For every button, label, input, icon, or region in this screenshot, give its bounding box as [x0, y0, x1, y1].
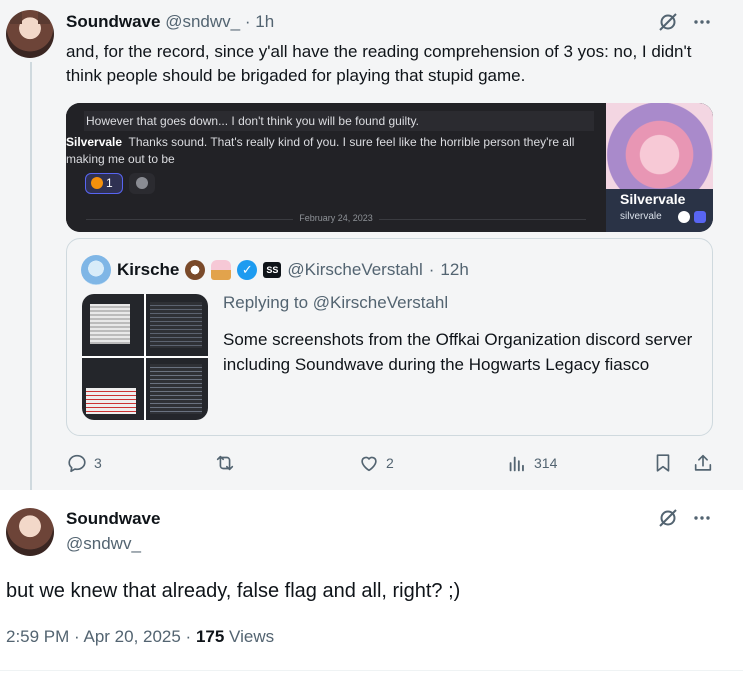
quote-text: Some screenshots from the Offkai Organiz…: [223, 330, 693, 374]
replying-to[interactable]: Replying to @KirscheVerstahl: [223, 293, 448, 313]
attached-image[interactable]: However that goes down... I don't think …: [66, 103, 713, 232]
quote-header: Kirsche ✓ SS @KirscheVerstahl · 12h: [117, 259, 469, 281]
author-handle[interactable]: @sndwv_: [165, 12, 240, 31]
like-icon: [361, 456, 377, 472]
grok-icon[interactable]: [658, 12, 678, 37]
more-icon[interactable]: [692, 12, 712, 37]
tweet-actions: 3 2 314: [66, 452, 726, 476]
tweet-top-actions: [658, 508, 712, 533]
share-button[interactable]: [692, 452, 714, 474]
author-name[interactable]: Soundwave: [66, 12, 160, 31]
badge-icon: [694, 211, 706, 223]
views-icon: [509, 456, 524, 472]
quote-time[interactable]: 12h: [440, 259, 468, 281]
discord-text: Thanks sound. That's really kind of you.…: [66, 135, 575, 166]
reaction-count: 1: [106, 176, 113, 190]
views-label: Views: [224, 627, 275, 646]
share-icon: [694, 454, 712, 471]
emoji-icon: [91, 177, 103, 189]
like-count: 2: [386, 455, 394, 471]
quoted-tweet[interactable]: Kirsche ✓ SS @KirscheVerstahl · 12h Repl…: [66, 238, 713, 436]
avatar[interactable]: [6, 10, 54, 58]
discord-author: Silvervale: [66, 135, 123, 149]
divider: [0, 670, 743, 671]
add-reaction: [129, 173, 155, 194]
bookmark-button[interactable]: [652, 452, 674, 474]
discord-message: Silvervale Thanks sound. That's really k…: [66, 134, 601, 168]
reply-icon: [68, 454, 86, 473]
author-handle[interactable]: @sndwv_: [66, 534, 141, 554]
quote-image-grid[interactable]: [82, 294, 208, 420]
tweet-text: but we knew that already, false flag and…: [6, 580, 461, 602]
quote-author-name[interactable]: Kirsche: [117, 259, 179, 281]
quote-thumbnail[interactable]: [146, 294, 208, 356]
separator: ·: [428, 260, 435, 279]
verified-icon: ✓: [237, 260, 258, 280]
tweet-timestamp[interactable]: 2:59 PM · Apr 20, 2025 ·: [6, 627, 196, 646]
quote-avatar[interactable]: [81, 255, 111, 285]
discord-messages: However that goes down... I don't think …: [66, 103, 606, 232]
profile-handle: silvervale: [620, 211, 662, 222]
author-name[interactable]: Soundwave: [66, 509, 160, 529]
views-count: 175: [195, 627, 225, 646]
tweet-text: and, for the record, since y'all have th…: [66, 42, 692, 85]
avatar[interactable]: [6, 508, 54, 556]
retweet-icon: [216, 455, 234, 471]
tweet-top-actions: [658, 12, 712, 37]
reply-count: 3: [94, 455, 102, 471]
tweet-meta: 2:59 PM · Apr 20, 2025 · 175 Views: [6, 627, 274, 647]
affiliate-badge[interactable]: SS: [263, 262, 282, 278]
thread-line: [30, 62, 32, 500]
retweet-button[interactable]: [214, 452, 236, 474]
separator: ·: [244, 12, 251, 31]
tweet-focused: Soundwave @sndwv_ but we knew that alrea…: [0, 490, 743, 674]
grok-icon[interactable]: [658, 508, 678, 533]
discord-profile-card: Silvervale silvervale: [606, 103, 713, 232]
badge-icon: [678, 211, 690, 223]
quote-thumbnail[interactable]: [146, 358, 208, 420]
tweet-parent[interactable]: Soundwave @sndwv_ · 1h and, for the reco…: [0, 0, 743, 500]
quote-thumbnail[interactable]: [82, 294, 144, 356]
coconut-icon: [185, 260, 206, 280]
discord-date-divider: February 24, 2023: [66, 213, 606, 223]
profile-name: Silvervale: [620, 191, 686, 207]
more-icon[interactable]: [692, 508, 712, 533]
profile-art: [606, 103, 713, 189]
quote-thumbnail[interactable]: [82, 358, 144, 420]
discord-line: However that goes down... I don't think …: [84, 111, 594, 131]
reply-button[interactable]: 3: [66, 452, 102, 474]
tweet-time[interactable]: 1h: [255, 12, 274, 31]
views-button[interactable]: 314: [506, 452, 557, 474]
smiley-icon: [136, 177, 148, 189]
discord-reaction: 1: [85, 173, 123, 194]
tweet-header: Soundwave @sndwv_ · 1h: [66, 12, 274, 32]
bookmark-icon: [656, 454, 670, 472]
like-button[interactable]: 2: [358, 452, 394, 474]
discord-date: February 24, 2023: [293, 213, 379, 223]
quote-author-handle[interactable]: @KirscheVerstahl: [287, 259, 422, 281]
cupcake-icon: [211, 260, 232, 280]
views-count: 314: [534, 455, 558, 471]
